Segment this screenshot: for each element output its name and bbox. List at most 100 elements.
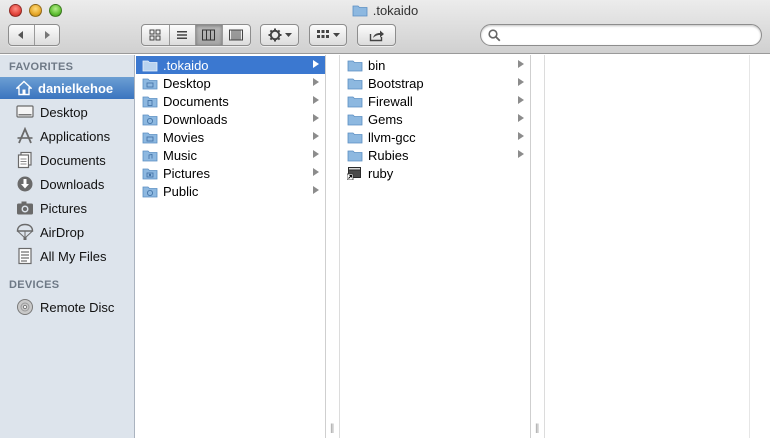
music-folder-icon	[142, 150, 158, 161]
icon-view-button[interactable]	[142, 25, 170, 45]
list-item[interactable]: Desktop	[136, 74, 325, 92]
pictures-icon	[17, 201, 33, 215]
chevron-left-icon	[18, 31, 24, 39]
documents-folder-icon	[142, 96, 158, 107]
disclosure-arrow-icon	[313, 150, 319, 158]
sidebar-item-label: Downloads	[40, 176, 105, 192]
list-item[interactable]: bin	[341, 56, 530, 74]
disclosure-arrow-icon	[313, 168, 319, 176]
list-item[interactable]: Gems	[341, 110, 530, 128]
folder-icon	[142, 60, 158, 71]
action-menu-button[interactable]	[260, 24, 299, 46]
sidebar-item-label: Documents	[40, 152, 106, 168]
window-toolbar: .tokaido	[0, 0, 770, 54]
favorites-header: FAVORITES	[9, 61, 74, 73]
list-item[interactable]: Firewall	[341, 92, 530, 110]
share-button[interactable]	[357, 24, 396, 46]
disclosure-arrow-icon	[313, 60, 319, 68]
share-icon	[369, 30, 384, 41]
sidebar-item-pictures[interactable]: Pictures	[0, 197, 134, 219]
list-item[interactable]: Rubies	[341, 146, 530, 164]
devices-header: DEVICES	[9, 279, 60, 291]
sidebar-item-documents[interactable]: Documents	[0, 149, 134, 171]
list-item[interactable]: Pictures	[136, 164, 325, 182]
column-resize-handle[interactable]: ||	[532, 55, 545, 438]
sidebar-item-danielkehoe[interactable]: danielkehoe	[0, 77, 134, 99]
item-label: Desktop	[163, 75, 211, 91]
sidebar-item-downloads[interactable]: Downloads	[0, 173, 134, 195]
item-label: llvm-gcc	[368, 129, 416, 145]
arrange-menu-button[interactable]	[309, 24, 347, 46]
coverflow-view-icon	[229, 29, 244, 41]
list-item[interactable]: .tokaido	[136, 56, 325, 74]
folder-icon	[347, 132, 363, 143]
item-label: ruby	[368, 165, 394, 181]
resize-grip-icon: ||	[535, 423, 539, 434]
disclosure-arrow-icon	[313, 114, 319, 122]
list-item[interactable]: Downloads	[136, 110, 325, 128]
column-view-button[interactable]	[196, 25, 223, 45]
sidebar-item-label: Pictures	[40, 200, 87, 216]
alias-file-icon	[347, 167, 361, 180]
downloads-folder-icon	[142, 114, 158, 125]
sidebar-item-all-my-files[interactable]: All My Files	[0, 245, 134, 267]
chevron-down-icon	[284, 32, 292, 37]
browser-column-3	[546, 55, 750, 438]
item-label: Downloads	[163, 111, 228, 127]
search-field[interactable]	[480, 24, 762, 46]
disclosure-arrow-icon	[518, 96, 524, 104]
sidebar: FAVORITES danielkehoe Desktop Applicatio…	[0, 55, 135, 438]
search-input[interactable]	[505, 27, 755, 43]
public-folder-icon	[142, 186, 158, 197]
list-item[interactable]: ruby	[341, 164, 530, 182]
coverflow-view-button[interactable]	[223, 25, 250, 45]
item-label: Documents	[163, 93, 229, 109]
back-forward-control	[8, 24, 60, 46]
search-icon	[488, 29, 501, 42]
disclosure-arrow-icon	[518, 114, 524, 122]
list-item[interactable]: Public	[136, 182, 325, 200]
documents-icon	[17, 151, 32, 169]
item-label: Pictures	[163, 165, 210, 181]
downloads-icon	[17, 176, 33, 192]
column-resize-handle[interactable]: ||	[327, 55, 340, 438]
column-view-icon	[202, 29, 216, 41]
list-item[interactable]: llvm-gcc	[341, 128, 530, 146]
folder-icon	[347, 150, 363, 161]
list-item[interactable]: Bootstrap	[341, 74, 530, 92]
airdrop-icon	[16, 223, 34, 240]
item-label: Firewall	[368, 93, 413, 109]
home-icon	[16, 80, 32, 96]
column-resize-handle[interactable]	[751, 55, 770, 438]
sidebar-item-remote-disc[interactable]: Remote Disc	[0, 296, 134, 318]
chevron-right-icon	[44, 31, 50, 39]
list-item[interactable]: Movies	[136, 128, 325, 146]
arrange-icon	[317, 30, 329, 38]
list-view-button[interactable]	[170, 25, 197, 45]
forward-button[interactable]	[35, 25, 60, 45]
item-label: Music	[163, 147, 197, 163]
list-item[interactable]: Music	[136, 146, 325, 164]
gear-icon	[268, 28, 281, 42]
sidebar-item-desktop[interactable]: Desktop	[0, 101, 134, 123]
list-view-icon	[177, 31, 188, 39]
disclosure-arrow-icon	[518, 150, 524, 158]
item-label: Gems	[368, 111, 403, 127]
window-title-text: .tokaido	[372, 3, 419, 18]
applications-icon	[17, 127, 33, 144]
desktop-icon	[16, 105, 34, 118]
item-label: .tokaido	[163, 57, 209, 73]
folder-icon	[347, 60, 363, 71]
window-title: .tokaido	[0, 3, 770, 18]
back-button[interactable]	[9, 25, 35, 45]
disclosure-arrow-icon	[518, 78, 524, 86]
sidebar-item-label: All My Files	[40, 248, 107, 264]
item-label: Public	[163, 183, 199, 199]
sidebar-item-airdrop[interactable]: AirDrop	[0, 221, 134, 243]
sidebar-item-applications[interactable]: Applications	[0, 125, 134, 147]
folder-icon	[347, 96, 363, 107]
disclosure-arrow-icon	[313, 186, 319, 194]
sidebar-item-label: AirDrop	[40, 224, 85, 240]
item-label: Movies	[163, 129, 205, 145]
list-item[interactable]: Documents	[136, 92, 325, 110]
